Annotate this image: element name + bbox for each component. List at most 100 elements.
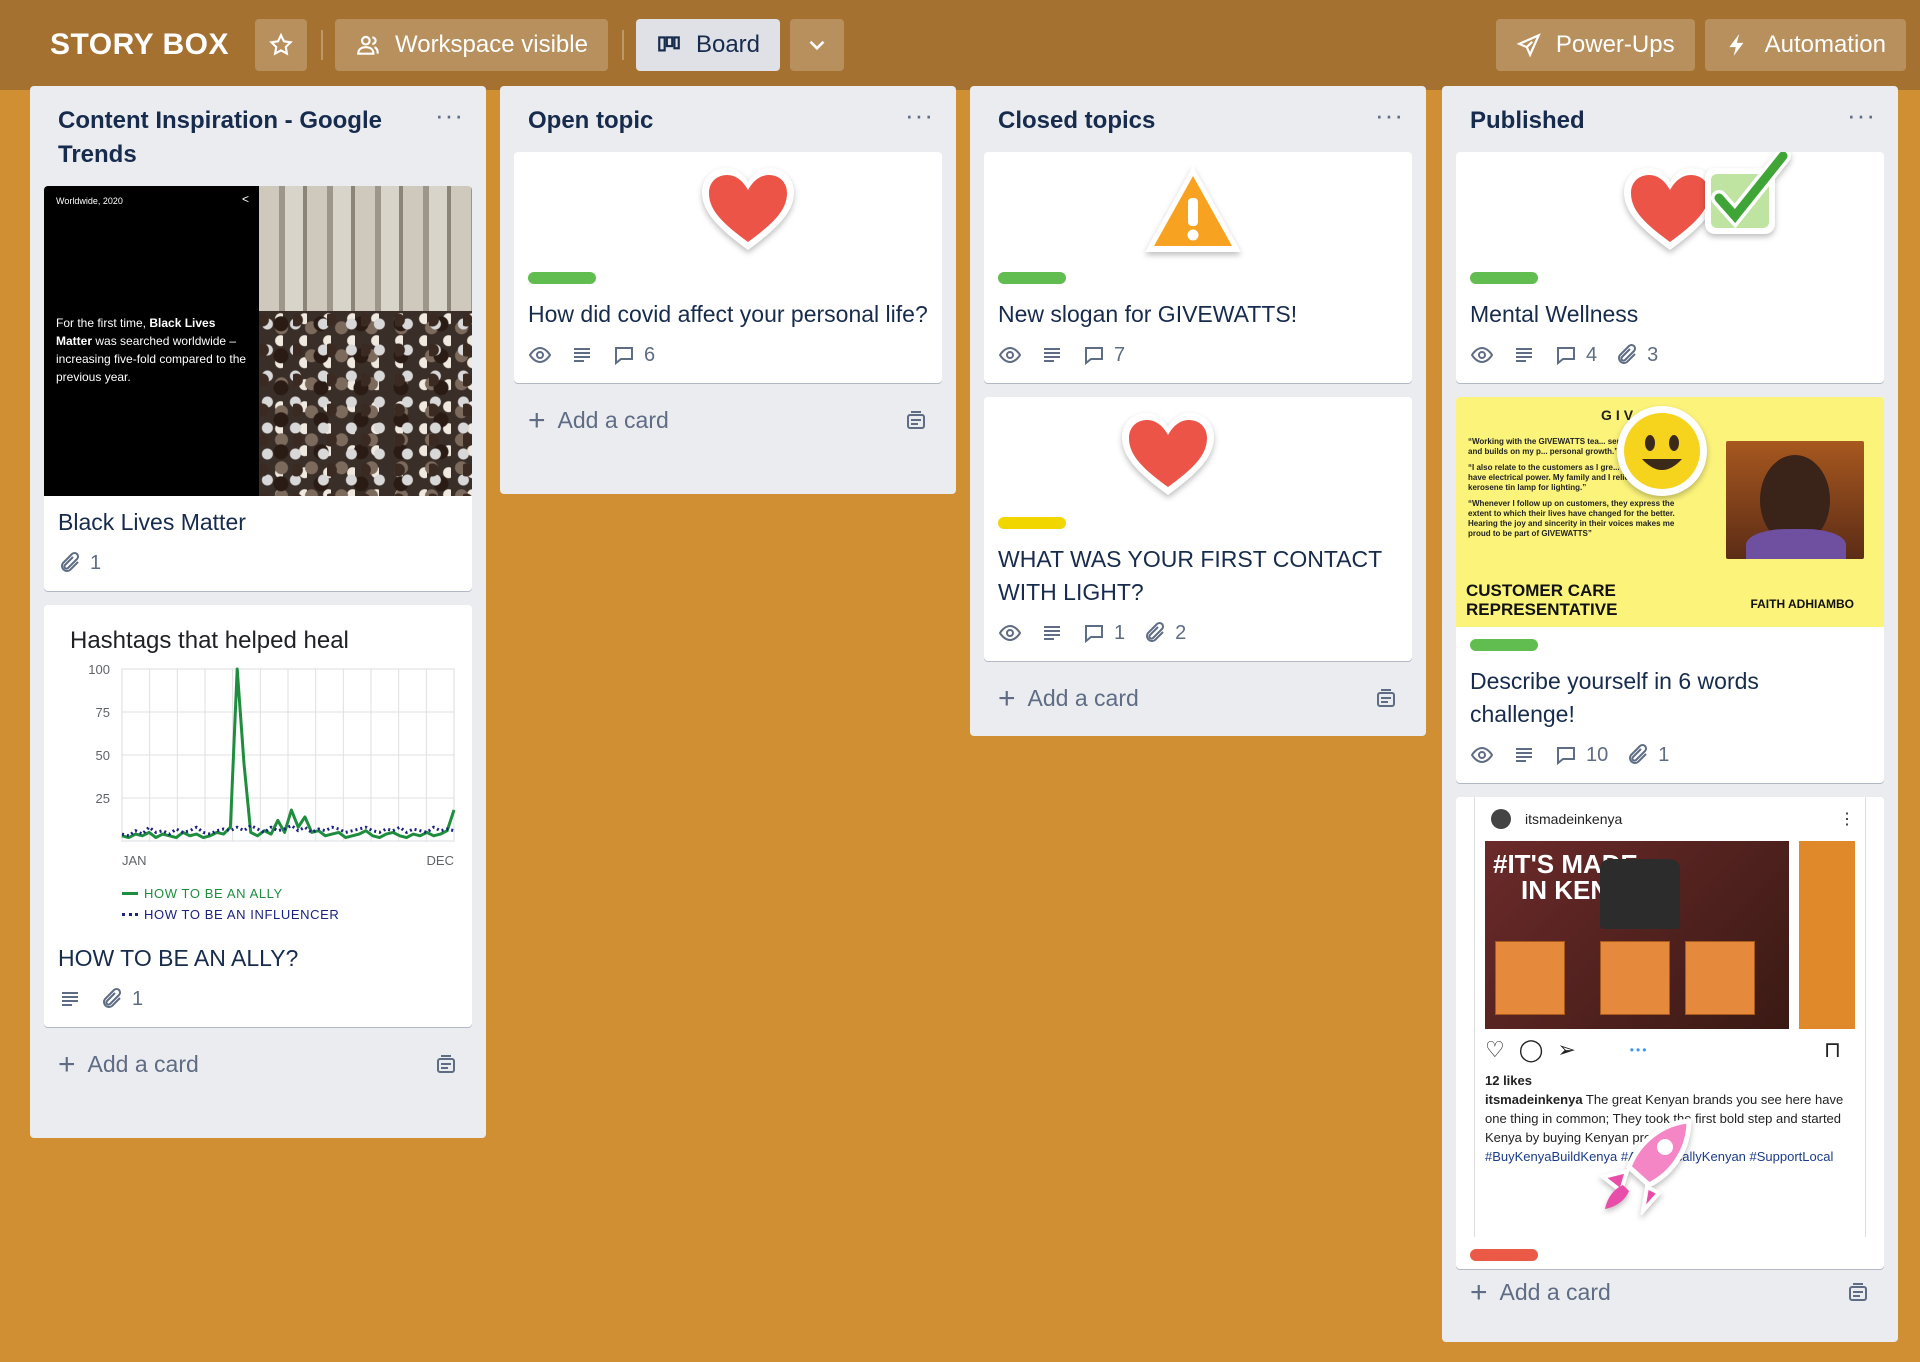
post-actions: ♡ ◯ ➢ ••• ⊓ [1485,1029,1855,1071]
comments-badge: 4 [1554,343,1597,367]
card-how-to-be-an-ally[interactable]: Hashtags that helped heal 25 50 75 100 JAN DE… [44,605,472,1027]
plus-icon: + [58,1047,76,1081]
eye-icon [1470,346,1494,364]
list-menu-button[interactable]: ··· [1847,102,1876,128]
card-badges: 1 [58,987,458,1011]
rocket-icon [1516,33,1541,58]
card-badges: 7 [998,343,1398,367]
card-new-slogan[interactable]: New slogan for GIVEWATTS! 7 [984,152,1412,383]
comment-count: 4 [1586,343,1598,366]
list-open-topic: Open topic ··· How did covid affect your… [500,86,956,494]
board-icon [658,36,680,52]
side-photo [1799,841,1855,1029]
list-title[interactable]: Published [1470,104,1585,138]
card-first-contact-with-light[interactable]: WHAT WAS YOUR FIRST CONTACT WITH LIGHT? … [984,397,1412,661]
card-badges: 1 [58,551,458,575]
board-title[interactable]: STORY BOX [50,28,229,62]
comments-badge: 1 [1082,621,1125,645]
description-icon [62,992,78,1006]
card-template-icon[interactable] [1374,687,1398,711]
description-badge [1512,743,1536,767]
card-title: Black Lives Matter [58,509,246,535]
green-label [1470,272,1538,284]
card-describe-yourself[interactable]: GIV TTS “Working with the GIVEWATTS tea.… [1456,397,1884,783]
rocket-sticker-icon [1598,1118,1692,1215]
card-template-icon[interactable] [904,409,928,433]
description-badge [570,343,594,367]
card-body: Describe yourself in 6 words challenge! … [1456,639,1884,783]
trend-chart-plot: 25 50 75 100 JAN DEC [88,662,456,868]
list-menu-button[interactable]: ··· [435,102,464,128]
paperclip-icon [103,987,122,1008]
paperclip-icon [1618,343,1637,364]
card-template-icon[interactable] [1846,1281,1870,1305]
list-header: Published ··· [1456,86,1884,152]
send-icon: ➢ [1557,1037,1576,1062]
star-button[interactable] [255,19,307,71]
card-title: Describe yourself in 6 words challenge! [1470,668,1759,727]
workspace-visibility-button[interactable]: Workspace visible [335,19,608,71]
automation-button[interactable]: Automation [1704,19,1906,71]
comments-badge: 10 [1554,743,1608,767]
eye-icon [528,346,552,364]
card-black-lives-matter[interactable]: Worldwide, 2020 < For the first time, Bl… [44,186,472,591]
add-card-button[interactable]: + Add a card [984,675,1412,734]
green-label [998,272,1066,284]
plus-icon: + [528,403,546,437]
eye-icon [998,346,1022,364]
card-template-icon[interactable] [434,1053,458,1077]
sticker-area [528,152,928,260]
description-icon [1516,748,1532,762]
plus-icon: + [998,681,1016,715]
description-badge [1040,621,1064,645]
add-card-button[interactable]: + Add a card [1456,1269,1884,1328]
attachment-count: 1 [132,987,144,1010]
heart-icon: ♡ [1485,1037,1505,1062]
add-card-button[interactable]: + Add a card [44,1041,472,1100]
card-instagram-post[interactable]: itsmadeinkenya ⋮ #IT'S MADE IN KENYA ♡ ◯… [1456,797,1884,1269]
card-covid-personal-life[interactable]: How did covid affect your personal life?… [514,152,942,383]
attachment-badge: 1 [100,987,143,1011]
eye-icon [1470,746,1494,764]
powerups-button[interactable]: Power-Ups [1495,19,1695,71]
trend-chart: Hashtags that helped heal 25 50 75 100 JAN DE… [44,605,472,928]
green-label [1470,639,1538,651]
legend-item-influencer: HOW TO BE AN INFLUENCER [122,907,458,922]
list-published: Published ··· Mental Wellness 4 3 GIV “W… [1442,86,1898,1342]
add-card-label: Add a card [557,407,669,433]
instagram-post: itsmadeinkenya ⋮ #IT'S MADE IN KENYA ♡ ◯… [1474,797,1866,1237]
chart-title: Hashtags that helped heal [70,627,349,654]
attachment-badge: 1 [58,551,101,575]
board-view-button[interactable]: Board [635,19,781,71]
view-switcher-button[interactable] [790,19,845,71]
list-title[interactable]: Open topic [528,104,653,138]
attachment-count: 1 [1658,743,1670,766]
add-card-label: Add a card [1027,685,1139,711]
list-title[interactable]: Closed topics [998,104,1155,138]
avatar [1491,809,1511,829]
product-photo: #IT'S MADE IN KENYA [1485,841,1789,1029]
list-menu-button[interactable]: ··· [905,102,934,128]
card-cover: Worldwide, 2020 < For the first time, Bl… [44,186,472,496]
checkmark-sticker-icon [1705,152,1791,234]
list-title[interactable]: Content Inspiration - Google Trends [58,104,418,172]
comment-icon [1085,347,1103,366]
add-card-button[interactable]: + Add a card [514,397,942,456]
y-tick-label: 25 [96,791,110,806]
description-icon [1044,626,1060,640]
cover-trend-panel: Worldwide, 2020 < For the first time, Bl… [44,186,259,496]
watching-badge [1470,743,1494,767]
smiley-sticker-icon [1617,406,1707,496]
list-menu-button[interactable]: ··· [1375,102,1404,128]
green-label [528,272,596,284]
list-closed-topics: Closed topics ··· New slogan for GIVEWAT… [970,86,1426,736]
card-mental-wellness[interactable]: Mental Wellness 4 3 [1456,152,1884,383]
heart-sticker-icon [1122,413,1214,495]
automation-label: Automation [1764,31,1886,58]
list-header: Content Inspiration - Google Trends ··· [44,86,472,186]
y-tick-label: 100 [88,665,110,677]
comment-icon [615,347,633,366]
paperclip-icon [1146,621,1165,642]
list-content-inspiration: Content Inspiration - Google Trends ··· … [30,86,486,1138]
comments-badge: 7 [1082,343,1125,367]
